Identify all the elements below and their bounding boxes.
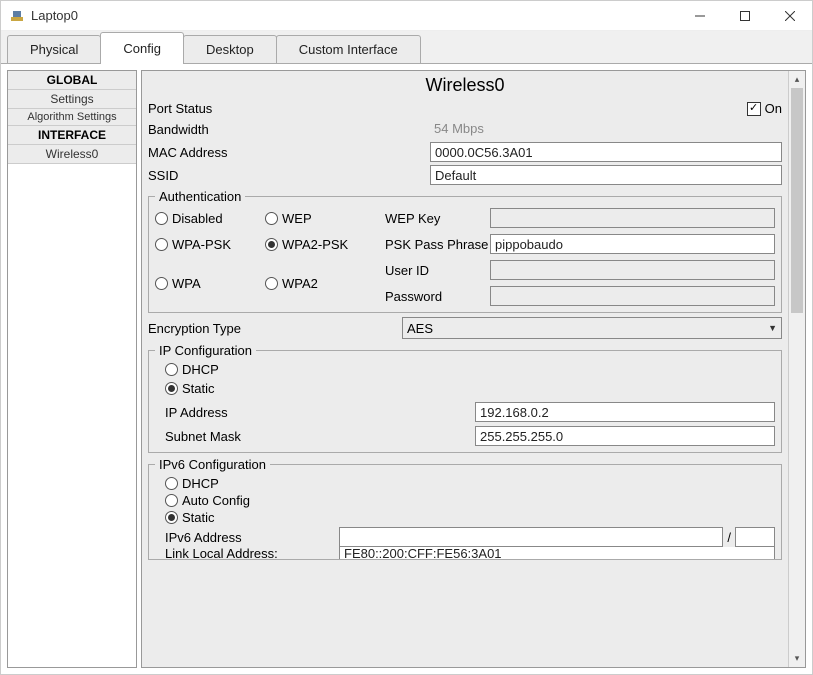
ipv6-autoconfig-radio[interactable]: Auto Config — [165, 493, 763, 508]
scroll-up-icon[interactable]: ▴ — [789, 71, 805, 88]
scroll-track[interactable] — [789, 88, 805, 650]
wep-key-label: WEP Key — [385, 211, 490, 226]
encryption-select[interactable]: AES ▼ — [402, 317, 782, 339]
tab-physical[interactable]: Physical — [7, 35, 101, 63]
port-status-checkbox[interactable]: ✓ — [747, 102, 761, 116]
authentication-fieldset: Authentication Disabled WEP WEP Key WPA-… — [148, 189, 782, 313]
auth-disabled-radio[interactable]: Disabled — [155, 211, 253, 226]
ip-address-input[interactable] — [475, 402, 775, 422]
ipv6-dhcp-radio[interactable]: DHCP — [165, 476, 763, 491]
sidebar-item-wireless0[interactable]: Wireless0 — [8, 145, 136, 164]
auth-wpa2-radio[interactable]: WPA2 — [265, 276, 373, 291]
ipv6-address-input[interactable] — [339, 527, 723, 547]
app-icon — [9, 8, 25, 24]
encryption-label: Encryption Type — [148, 321, 398, 336]
ip-config-legend: IP Configuration — [155, 343, 256, 358]
chevron-down-icon: ▼ — [768, 323, 777, 333]
panel-title: Wireless0 — [148, 73, 782, 98]
titlebar: Laptop0 — [1, 1, 812, 31]
ipv6-static-radio[interactable]: Static — [165, 510, 763, 525]
link-local-input[interactable] — [339, 547, 775, 559]
psk-label: PSK Pass Phrase — [385, 237, 490, 252]
ipv6-config-fieldset: IPv6 Configuration DHCP Auto Config Stat… — [148, 457, 782, 560]
bandwidth-label: Bandwidth — [148, 122, 426, 137]
sidebar-item-algorithm-settings[interactable]: Algorithm Settings — [8, 109, 136, 126]
password-input[interactable] — [490, 286, 775, 306]
ip-dhcp-radio[interactable]: DHCP — [165, 362, 763, 377]
sidebar: GLOBAL Settings Algorithm Settings INTER… — [7, 70, 137, 668]
link-local-label: Link Local Address: — [165, 547, 335, 559]
main-area: GLOBAL Settings Algorithm Settings INTER… — [1, 64, 812, 674]
sidebar-item-settings[interactable]: Settings — [8, 90, 136, 109]
bandwidth-value: 54 Mbps — [430, 119, 782, 139]
maximize-button[interactable] — [722, 1, 767, 31]
config-panel: Wireless0 Port Status ✓ On Bandwidth 54 … — [141, 70, 806, 668]
userid-label: User ID — [385, 263, 490, 278]
auth-wpapsk-radio[interactable]: WPA-PSK — [155, 237, 253, 252]
auth-wpa-radio[interactable]: WPA — [155, 276, 253, 291]
password-label: Password — [385, 289, 490, 304]
ipv6-config-legend: IPv6 Configuration — [155, 457, 270, 472]
subnet-mask-label: Subnet Mask — [165, 429, 475, 444]
ip-address-label: IP Address — [165, 405, 475, 420]
tab-custom-interface[interactable]: Custom Interface — [276, 35, 421, 63]
scroll-down-icon[interactable]: ▾ — [789, 650, 805, 667]
minimize-button[interactable] — [677, 1, 722, 31]
scroll-thumb[interactable] — [791, 88, 803, 313]
mac-input[interactable] — [430, 142, 782, 162]
window-title: Laptop0 — [31, 8, 677, 23]
port-status-label: Port Status — [148, 101, 743, 116]
psk-input[interactable] — [490, 234, 775, 254]
subnet-mask-input[interactable] — [475, 426, 775, 446]
close-button[interactable] — [767, 1, 812, 31]
encryption-value: AES — [407, 321, 433, 336]
ipv6-prefix-input[interactable] — [735, 527, 775, 547]
auth-wpa2psk-radio[interactable]: WPA2-PSK — [265, 237, 373, 252]
tab-desktop[interactable]: Desktop — [183, 35, 277, 63]
tab-bar: Physical Config Desktop Custom Interface — [1, 31, 812, 64]
wep-key-input[interactable] — [490, 208, 775, 228]
sidebar-header-interface: INTERFACE — [8, 126, 136, 145]
sidebar-header-global: GLOBAL — [8, 71, 136, 90]
ssid-input[interactable] — [430, 165, 782, 185]
tab-config[interactable]: Config — [100, 32, 184, 64]
userid-input[interactable] — [490, 260, 775, 280]
vertical-scrollbar[interactable]: ▴ ▾ — [788, 71, 805, 667]
mac-label: MAC Address — [148, 145, 426, 160]
authentication-legend: Authentication — [155, 189, 245, 204]
ip-config-fieldset: IP Configuration DHCP Static IP Address … — [148, 343, 782, 453]
port-status-on-label: On — [765, 101, 782, 116]
ip-static-radio[interactable]: Static — [165, 381, 763, 396]
ipv6-address-label: IPv6 Address — [165, 530, 335, 545]
auth-wep-radio[interactable]: WEP — [265, 211, 373, 226]
ssid-label: SSID — [148, 168, 426, 183]
